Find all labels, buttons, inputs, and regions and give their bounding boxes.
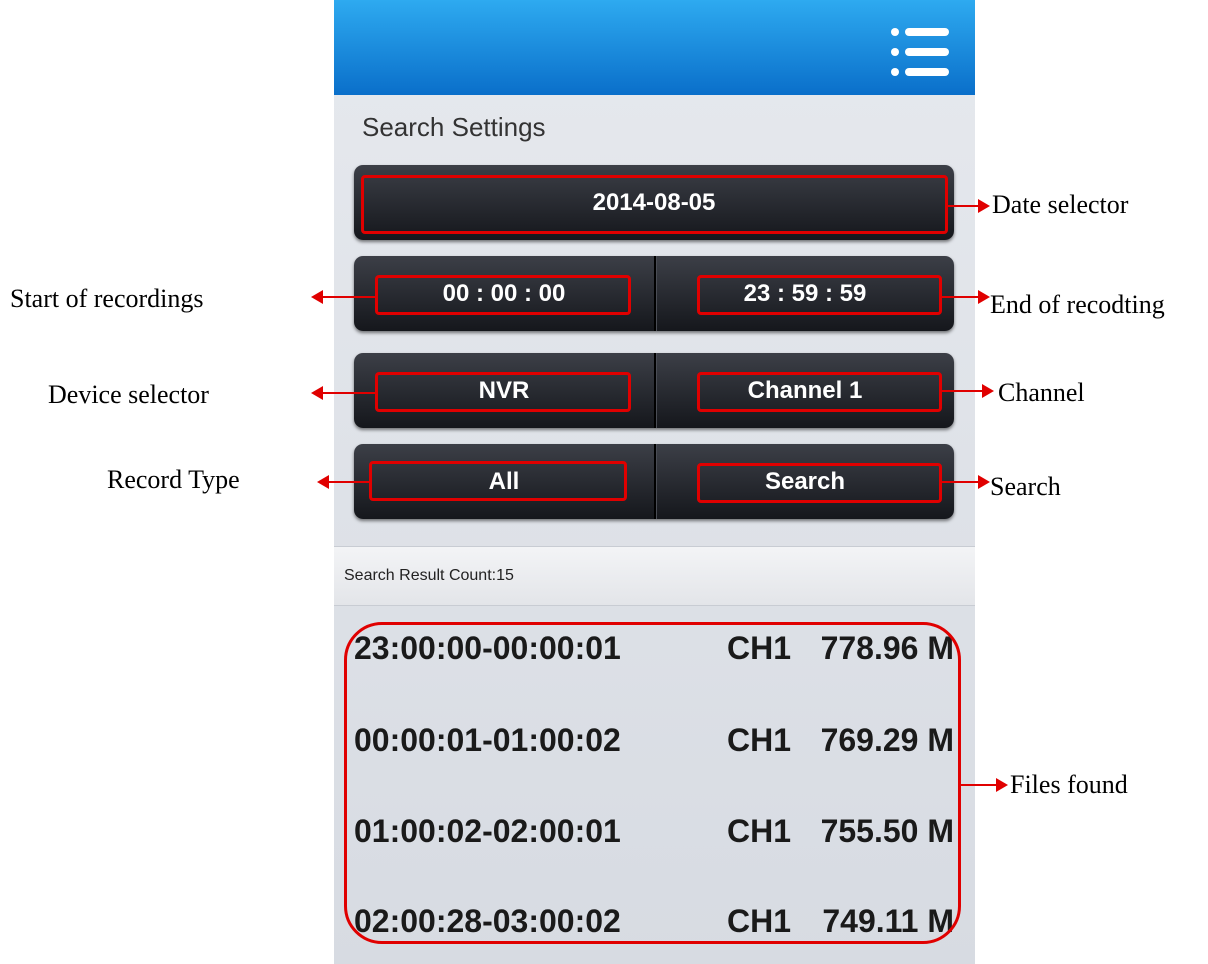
- result-count-bar: Search Result Count:15: [334, 546, 975, 606]
- device-annotation: Device selector: [48, 380, 209, 409]
- page-title: Search Settings: [362, 112, 546, 142]
- date-arrow: [948, 199, 990, 213]
- search-annotation: Search: [990, 472, 1061, 501]
- record-type-annotation: Record Type: [107, 465, 240, 494]
- date-selector-annotation: Date selector: [992, 190, 1129, 219]
- menu-list-icon[interactable]: [891, 28, 949, 76]
- channel-annotation: Channel: [998, 378, 1085, 407]
- type-arrow: [317, 475, 369, 489]
- files-annotation: Files found: [1010, 770, 1128, 799]
- files-highlight-box: [344, 622, 961, 944]
- end-arrow: [942, 290, 990, 304]
- start-arrow: [311, 290, 375, 304]
- start-annotation: Start of recordings: [10, 284, 204, 313]
- files-arrow: [961, 778, 1008, 792]
- search-arrow: [942, 475, 990, 489]
- end-annotation: End of recodting: [990, 290, 1165, 319]
- top-bar: [334, 0, 975, 95]
- device-arrow: [311, 386, 375, 400]
- end-highlight-box: [697, 275, 942, 315]
- search-highlight-box: [697, 463, 942, 503]
- date-highlight-box: [361, 175, 948, 234]
- type-highlight-box: [369, 461, 627, 501]
- result-count-label: Search Result Count:15: [344, 567, 514, 584]
- start-highlight-box: [375, 275, 631, 315]
- channel-highlight-box: [697, 372, 942, 412]
- channel-arrow: [942, 384, 994, 398]
- device-highlight-box: [375, 372, 631, 412]
